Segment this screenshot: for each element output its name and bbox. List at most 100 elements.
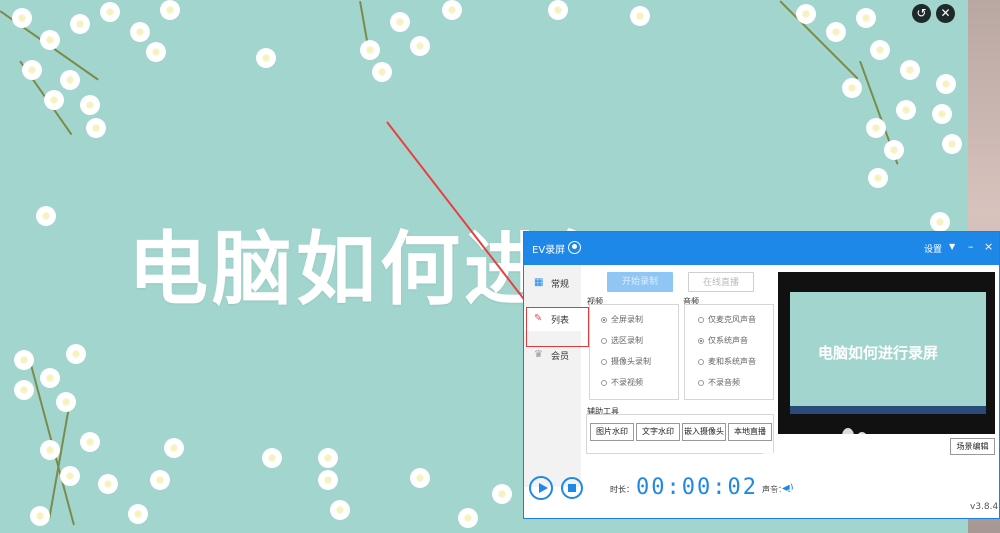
decor-flower — [842, 78, 862, 98]
decor-flower — [866, 118, 886, 138]
text-watermark-button[interactable]: 文字水印 — [636, 423, 680, 441]
decor-flower — [150, 470, 170, 490]
decor-flower — [390, 12, 410, 32]
option-label: 不录视频 — [611, 378, 643, 387]
decor-flower — [942, 134, 962, 154]
image-watermark-button[interactable]: 图片水印 — [590, 423, 634, 441]
decor-flower — [128, 504, 148, 524]
stop-button[interactable] — [561, 477, 583, 499]
decor-flower — [442, 0, 462, 20]
preview-taskbar — [790, 406, 986, 414]
grid-icon: ▦ — [534, 277, 544, 288]
start-record-tab[interactable]: 开始录制 — [607, 272, 673, 292]
decor-flower — [98, 474, 118, 494]
decor-flower — [856, 8, 876, 28]
decor-flower — [372, 62, 392, 82]
decor-flower — [630, 6, 650, 26]
radio[interactable] — [601, 359, 607, 365]
decor-flower — [458, 508, 478, 528]
preview-screen: 电脑如何进行录屏 — [790, 292, 986, 414]
radio[interactable] — [698, 317, 704, 323]
decor-flower — [900, 60, 920, 80]
settings-button[interactable]: 设置 — [924, 242, 942, 255]
decor-flower — [318, 448, 338, 468]
option-label: 麦和系统声音 — [708, 357, 756, 366]
window-close-button[interactable]: × — [984, 240, 993, 253]
decor-flower — [330, 500, 350, 520]
audio-option-mic[interactable]: 仅麦克风声音 — [698, 314, 756, 325]
local-live-button[interactable]: 本地直播 — [728, 423, 772, 441]
duration-label: 时长： — [610, 485, 634, 494]
decor-flower — [256, 48, 276, 68]
video-option-none[interactable]: 不录视频 — [601, 377, 643, 388]
preview-panel: 电脑如何进行录屏 — [778, 272, 995, 434]
slide-close-button[interactable]: ✕ — [936, 4, 955, 23]
audio-option-mic-system[interactable]: 麦和系统声音 — [698, 356, 756, 367]
ev-title-bar: EV录屏 设置 ▼ – × — [524, 232, 999, 265]
video-option-camera[interactable]: 摄像头录制 — [601, 356, 651, 367]
option-label: 不录音频 — [708, 378, 740, 387]
decor-flower — [86, 118, 106, 138]
decor-flower — [14, 380, 34, 400]
decor-flower — [492, 484, 512, 504]
video-option-region[interactable]: 选区录制 — [601, 335, 643, 346]
decor-flower — [40, 30, 60, 50]
radio[interactable] — [601, 338, 607, 344]
sidebar-item-general[interactable]: ▦ 常规 — [524, 271, 581, 295]
sidebar-item-label: 常规 — [551, 280, 570, 290]
video-option-fullscreen[interactable]: 全屏录制 — [601, 314, 643, 325]
decor-flower — [22, 60, 42, 80]
radio[interactable] — [698, 380, 704, 386]
decor-flower — [40, 440, 60, 460]
undo-button[interactable]: ↺ — [912, 4, 931, 23]
audio-option-system[interactable]: 仅系统声音 — [698, 335, 748, 346]
record-timer: 00:00:02 — [636, 475, 758, 500]
audio-option-none[interactable]: 不录音频 — [698, 377, 740, 388]
option-label: 摄像头录制 — [611, 357, 651, 366]
decor-flower — [164, 438, 184, 458]
radio-selected[interactable] — [601, 317, 607, 323]
decor-flower — [70, 14, 90, 34]
scene-edit-button[interactable]: 场景编辑 — [950, 438, 995, 455]
minimize-button[interactable]: – — [968, 240, 974, 253]
decor-flower — [60, 70, 80, 90]
decor-flower — [410, 468, 430, 488]
user-icon[interactable] — [568, 241, 581, 254]
close-icon: ✕ — [940, 6, 951, 20]
sidebar-item-label: 会员 — [551, 352, 570, 362]
radio[interactable] — [698, 359, 704, 365]
decor-flower — [80, 95, 100, 115]
preview-title: 电脑如何进行录屏 — [818, 344, 939, 362]
decor-flower — [40, 368, 60, 388]
dropdown-icon[interactable]: ▼ — [949, 242, 955, 251]
decor-twig — [779, 0, 859, 80]
decor-flower — [936, 74, 956, 94]
undo-icon: ↺ — [916, 6, 927, 20]
decor-flower — [146, 42, 166, 62]
embed-camera-button[interactable]: 嵌入摄像头 — [682, 423, 726, 441]
live-stream-tab[interactable]: 在线直播 — [688, 272, 754, 292]
decor-flower — [896, 100, 916, 120]
decor-flower — [80, 432, 100, 452]
play-button[interactable] — [529, 476, 553, 500]
option-label: 仅系统声音 — [708, 336, 748, 345]
decor-flower — [36, 206, 56, 226]
baidu-watermark: Bai 经验 — [760, 446, 893, 484]
decor-flower — [796, 4, 816, 24]
ev-sidebar: ▦ 常规 ✎ 列表 ♛ 会员 — [524, 265, 586, 487]
radio-selected[interactable] — [698, 338, 704, 344]
decor-flower — [60, 466, 80, 486]
decor-flower — [56, 392, 76, 412]
option-label: 仅麦克风声音 — [708, 315, 756, 324]
decor-flower — [262, 448, 282, 468]
decor-flower — [548, 0, 568, 20]
decor-flower — [360, 40, 380, 60]
highlight-box — [526, 307, 589, 347]
option-label: 选区录制 — [611, 336, 643, 345]
radio[interactable] — [601, 380, 607, 386]
crown-icon: ♛ — [534, 349, 543, 360]
baidu-watermark-url: jingyan.baidu.com — [770, 486, 890, 501]
option-label: 全屏录制 — [611, 315, 643, 324]
decor-flower — [44, 90, 64, 110]
decor-flower — [100, 2, 120, 22]
